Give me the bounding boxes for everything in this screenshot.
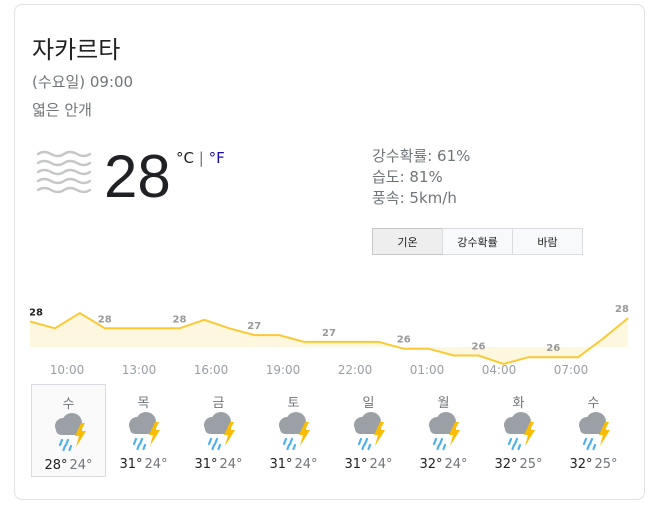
weather-details: 강수확률: 61% 습도: 81% 풍속: 5km/h <box>372 146 470 209</box>
day-low-temp: 24° <box>219 457 243 472</box>
time-tick-label: 22:00 <box>338 363 373 377</box>
day-forecast-item[interactable]: 수 28° 24° <box>31 384 106 477</box>
chart-tabs: 기온 강수확률 바람 <box>372 228 583 255</box>
day-high-temp: 32° <box>569 457 593 472</box>
temperature-point-label: 26 <box>397 335 411 346</box>
time-tick-label: 01:00 <box>410 363 445 377</box>
day-forecast-item[interactable]: 목 31° 24° <box>106 384 181 477</box>
unit-separator: | <box>198 149 204 167</box>
day-forecast-item[interactable]: 토 31° 24° <box>256 384 331 477</box>
day-forecast-item[interactable]: 화 32° 25° <box>481 384 556 477</box>
current-temperature: 28 <box>104 143 171 210</box>
condition-label: 엷은 안개 <box>32 101 92 119</box>
tab-precipitation[interactable]: 강수확률 <box>442 228 513 255</box>
thunderstorm-icon <box>572 410 616 452</box>
time-tick-label: 13:00 <box>122 363 157 377</box>
tab-wind[interactable]: 바람 <box>512 228 583 255</box>
time-tick-label: 07:00 <box>554 363 589 377</box>
day-temperatures: 32° 25° <box>481 457 556 472</box>
day-forecast-item[interactable]: 월 32° 24° <box>406 384 481 477</box>
fahrenheit-unit[interactable]: °F <box>209 149 225 167</box>
temperature-point-label: 27 <box>322 328 336 339</box>
day-low-temp: 24° <box>294 457 318 472</box>
day-temperatures: 31° 24° <box>256 457 331 472</box>
haze-icon <box>36 150 92 194</box>
day-high-temp: 31° <box>344 457 368 472</box>
day-forecast-item[interactable]: 일 31° 24° <box>331 384 406 477</box>
day-low-temp: 24° <box>444 457 468 472</box>
temperature-point-label: 28 <box>30 308 43 319</box>
day-temperatures: 32° 25° <box>556 457 631 472</box>
day-low-temp: 25° <box>519 457 543 472</box>
temperature-point-label: 27 <box>247 321 261 332</box>
temperature-chart: 28 28 28 27 27 26 26 26 28 10:00 13:00 16:00 19:00 22… <box>30 304 629 377</box>
day-temperatures: 31° 24° <box>331 457 406 472</box>
time-tick-label: 16:00 <box>194 363 229 377</box>
day-forecast-item[interactable]: 금 31° 24° <box>181 384 256 477</box>
thunderstorm-icon <box>347 410 391 452</box>
day-high-temp: 31° <box>119 457 143 472</box>
datetime-label: (수요일) 09:00 <box>32 73 134 91</box>
daily-forecast: 수 28° 24° 목 31° 24° 금 31° 24° 토 31° 24° 일 31° 24° 월 32° 2… <box>31 384 631 477</box>
temperature-point-label: 28 <box>98 314 112 325</box>
wind-speed: 풍속: 5km/h <box>372 189 457 207</box>
thunderstorm-icon <box>422 410 466 452</box>
day-high-temp: 28° <box>44 458 68 473</box>
day-name: 금 <box>212 396 225 411</box>
thunderstorm-icon <box>197 410 241 452</box>
day-high-temp: 32° <box>419 457 443 472</box>
time-tick-label: 04:00 <box>482 363 517 377</box>
day-low-temp: 24° <box>69 458 93 473</box>
day-temperatures: 32° 24° <box>406 457 481 472</box>
temperature-point-label: 28 <box>615 304 629 315</box>
day-temperatures: 31° 24° <box>181 457 256 472</box>
celsius-unit[interactable]: °C <box>176 149 194 167</box>
day-name: 목 <box>137 396 150 411</box>
day-temperatures: 31° 24° <box>106 457 181 472</box>
day-low-temp: 25° <box>594 457 618 472</box>
location-title: 자카르타 <box>32 36 121 64</box>
day-name: 화 <box>512 396 525 411</box>
day-name: 일 <box>362 396 375 411</box>
unit-toggle: °C | °F <box>176 149 225 167</box>
thunderstorm-icon <box>272 410 316 452</box>
day-low-temp: 24° <box>369 457 393 472</box>
day-high-temp: 32° <box>494 457 518 472</box>
thunderstorm-icon <box>497 410 541 452</box>
thunderstorm-icon <box>122 410 166 452</box>
temperature-point-label: 26 <box>546 343 560 354</box>
day-high-temp: 31° <box>194 457 218 472</box>
precipitation-chance: 강수확률: 61% <box>372 147 471 165</box>
day-forecast-item[interactable]: 수 32° 25° <box>556 384 631 477</box>
day-low-temp: 24° <box>144 457 168 472</box>
tab-temperature[interactable]: 기온 <box>372 228 443 255</box>
day-name: 수 <box>587 396 600 411</box>
day-name: 수 <box>62 397 75 412</box>
temperature-point-label: 26 <box>472 342 486 353</box>
thunderstorm-icon <box>48 411 92 453</box>
humidity: 습도: 81% <box>372 168 443 186</box>
day-high-temp: 31° <box>269 457 293 472</box>
day-name: 토 <box>287 396 300 411</box>
time-tick-label: 19:00 <box>266 363 301 377</box>
temperature-point-label: 28 <box>173 314 187 325</box>
day-temperatures: 28° 24° <box>32 458 105 473</box>
day-name: 월 <box>437 396 450 411</box>
time-tick-label: 10:00 <box>50 363 85 377</box>
